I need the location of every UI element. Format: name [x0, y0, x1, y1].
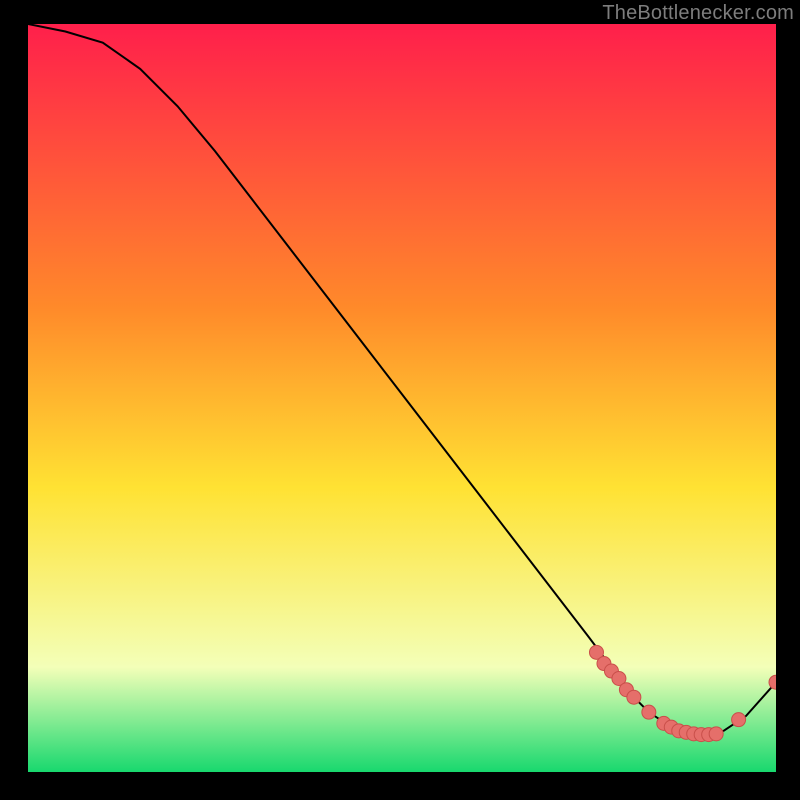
watermark-text: TheBottlenecker.com — [602, 2, 794, 25]
data-point — [627, 690, 641, 704]
data-point — [709, 727, 723, 741]
chart-container: TheBottlenecker.com — [0, 0, 800, 800]
plot-area — [28, 24, 776, 772]
data-point — [642, 705, 656, 719]
chart-svg — [28, 24, 776, 772]
data-point — [732, 713, 746, 727]
gradient-background — [28, 24, 776, 772]
